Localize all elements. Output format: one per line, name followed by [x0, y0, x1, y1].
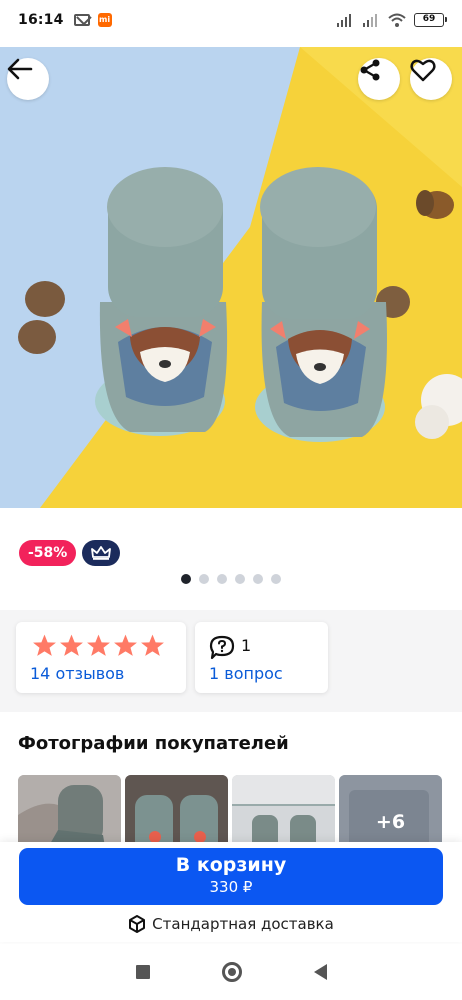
questions-card[interactable]: 1 1 вопрос	[195, 622, 328, 693]
cart-button-label: В корзину	[175, 854, 287, 876]
back-button[interactable]	[7, 58, 49, 100]
home-button[interactable]	[221, 962, 242, 982]
premium-badge	[82, 540, 121, 566]
product-image-gallery[interactable]	[0, 47, 462, 508]
pagination-dot[interactable]	[181, 574, 191, 584]
box-icon	[129, 915, 146, 933]
delivery-label: Стандартная доставка	[152, 915, 334, 933]
question-bubble-icon	[209, 635, 235, 660]
mail-icon	[73, 14, 90, 26]
questions-count: 1	[241, 636, 252, 655]
crown-icon	[91, 546, 112, 560]
system-nav-bar	[0, 944, 462, 1000]
bottom-cart-panel: В корзину 330 ₽ Стандартная доставка	[0, 842, 462, 942]
wifi-icon	[388, 13, 406, 27]
pagination-dot[interactable]	[253, 574, 263, 584]
pagination-dot[interactable]	[271, 574, 281, 584]
star-icon	[60, 634, 83, 656]
customer-photos-title: Фотографии покупателей	[18, 733, 289, 754]
customer-photo[interactable]	[18, 775, 121, 845]
signal-icon	[337, 14, 351, 27]
more-photos-count: +6	[375, 811, 406, 833]
signal-icon	[363, 14, 377, 27]
star-icon	[87, 634, 110, 656]
customer-photo-more[interactable]: +6	[339, 775, 442, 845]
star-icon	[33, 634, 56, 656]
reviews-link[interactable]: 14 отзывов	[30, 664, 124, 683]
favorite-button[interactable]	[410, 58, 452, 100]
add-to-cart-button[interactable]: В корзину 330 ₽	[19, 848, 443, 905]
star-icon	[141, 634, 164, 656]
pagination-dot[interactable]	[235, 574, 245, 584]
rating-stars	[32, 633, 165, 658]
share-icon	[360, 59, 380, 81]
mi-app-icon: mi	[97, 13, 112, 27]
pagination-dot[interactable]	[217, 574, 227, 584]
recent-apps-button[interactable]	[135, 965, 150, 979]
reviews-card[interactable]: 14 отзывов	[16, 622, 186, 693]
back-nav-button[interactable]	[313, 964, 327, 980]
discount-badge: -58%	[19, 540, 77, 566]
product-badges: -58%	[19, 540, 121, 566]
cart-button-price: 330 ₽	[209, 878, 253, 896]
status-bar: 16:14 mi 69	[0, 0, 462, 40]
gallery-pagination	[0, 574, 462, 584]
star-icon	[114, 634, 137, 656]
heart-icon	[410, 59, 436, 82]
product-photo	[0, 47, 462, 508]
customer-photos-strip: +6	[18, 775, 462, 845]
status-time: 16:14	[18, 12, 64, 28]
share-button[interactable]	[358, 58, 400, 100]
customer-photo[interactable]	[125, 775, 228, 845]
pagination-dot[interactable]	[199, 574, 209, 584]
battery-icon: 69	[414, 13, 447, 27]
feedback-section: 14 отзывов 1 1 вопрос	[0, 610, 462, 712]
questions-link[interactable]: 1 вопрос	[209, 664, 283, 683]
customer-photo[interactable]	[232, 775, 335, 845]
delivery-info[interactable]: Стандартная доставка	[0, 915, 462, 933]
arrow-left-icon	[7, 58, 33, 80]
